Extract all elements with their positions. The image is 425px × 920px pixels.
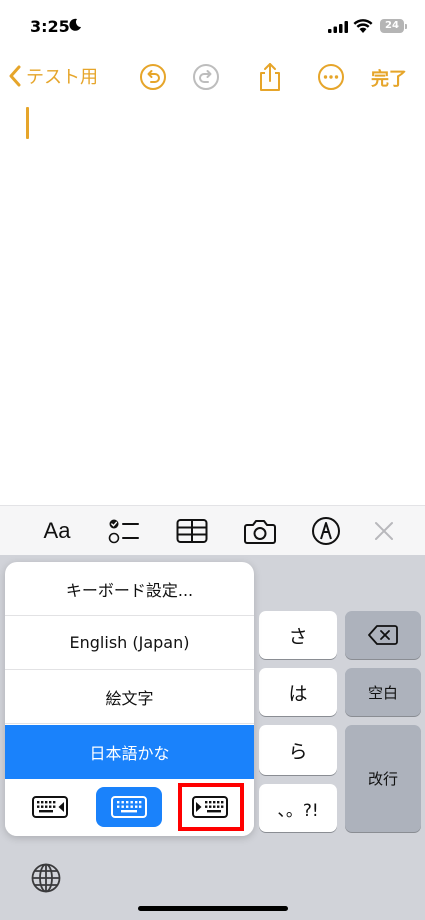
menu-item-label: 日本語かな bbox=[89, 744, 170, 763]
formatting-toolbar: Aa bbox=[0, 505, 425, 555]
key-ra[interactable]: ら bbox=[259, 725, 337, 775]
menu-item-keyboard-settings[interactable]: キーボード設定... bbox=[5, 562, 254, 616]
keyboard-left-button[interactable] bbox=[17, 787, 83, 827]
redo-icon bbox=[193, 64, 219, 90]
back-button[interactable]: テスト用 bbox=[8, 62, 98, 90]
undo-button[interactable] bbox=[138, 62, 168, 92]
more-button[interactable] bbox=[316, 62, 346, 92]
keyboard-center-button[interactable] bbox=[96, 787, 162, 827]
menu-item-label: キーボード設定... bbox=[65, 580, 194, 600]
menu-item-label: 絵文字 bbox=[105, 688, 154, 708]
table-icon bbox=[176, 519, 208, 543]
close-icon bbox=[375, 522, 393, 540]
format-button[interactable]: Aa bbox=[38, 516, 76, 546]
keyboard-left-icon bbox=[32, 796, 68, 818]
camera-icon bbox=[244, 520, 276, 544]
menu-item-japanese-kana[interactable]: 日本語かな bbox=[5, 725, 254, 779]
menu-item-label: English (Japan) bbox=[69, 633, 190, 652]
more-icon bbox=[318, 64, 344, 90]
menu-item-emoji[interactable]: 絵文字 bbox=[5, 670, 254, 724]
done-button[interactable]: 完了 bbox=[371, 65, 407, 91]
delete-key[interactable] bbox=[345, 611, 421, 659]
share-icon bbox=[260, 63, 280, 91]
redo-button[interactable] bbox=[191, 62, 221, 92]
status-time: 3:25 bbox=[30, 17, 70, 36]
camera-button[interactable] bbox=[243, 516, 277, 546]
nav-bar: テスト用 完了 bbox=[0, 52, 425, 102]
undo-icon bbox=[140, 64, 166, 90]
key-label: さ bbox=[288, 625, 308, 648]
back-label: テスト用 bbox=[26, 67, 98, 88]
signal-icon bbox=[328, 21, 348, 33]
format-label: Aa bbox=[43, 518, 71, 543]
battery-level: 24 bbox=[385, 20, 399, 31]
status-bar: 3:25 24 bbox=[0, 0, 425, 52]
wifi-icon bbox=[353, 19, 373, 33]
globe-icon[interactable] bbox=[30, 862, 62, 894]
return-label: 改行 bbox=[367, 770, 398, 788]
highlight-annotation-box bbox=[178, 783, 244, 831]
key-label: ら bbox=[288, 740, 308, 763]
key-ha[interactable]: は bbox=[259, 668, 337, 716]
key-label: は bbox=[288, 682, 308, 705]
share-button[interactable] bbox=[255, 62, 285, 92]
close-toolbar-button[interactable] bbox=[370, 516, 398, 546]
home-indicator bbox=[138, 906, 288, 911]
chevron-left-icon bbox=[9, 65, 21, 87]
key-sa[interactable]: さ bbox=[259, 611, 337, 659]
text-caret[interactable] bbox=[26, 107, 29, 139]
checklist-button[interactable] bbox=[107, 516, 141, 546]
delete-backward-icon bbox=[368, 625, 398, 645]
battery-nub bbox=[405, 24, 407, 29]
space-label: 空白 bbox=[367, 683, 398, 702]
table-button[interactable] bbox=[175, 516, 209, 546]
key-punctuation[interactable]: 、。?! bbox=[259, 784, 337, 832]
space-key[interactable]: 空白 bbox=[345, 668, 421, 716]
return-key[interactable]: 改行 bbox=[345, 725, 421, 832]
checklist-icon bbox=[108, 519, 139, 544]
menu-item-english[interactable]: English (Japan) bbox=[5, 616, 254, 670]
keyboard-icon bbox=[111, 796, 147, 818]
pen-markup-icon bbox=[312, 517, 340, 545]
moon-icon bbox=[69, 18, 81, 31]
markup-button[interactable] bbox=[309, 516, 343, 546]
battery-icon: 24 bbox=[380, 19, 404, 33]
key-label: 、。?! bbox=[277, 800, 319, 821]
